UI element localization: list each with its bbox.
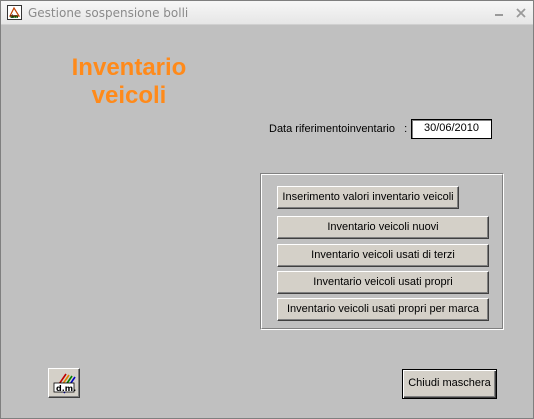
inserimento-valori-button[interactable]: Inserimento valori inventario veicoli [277, 186, 459, 209]
close-icon[interactable] [513, 5, 529, 21]
window-title: Gestione sospensione bolli [28, 6, 189, 20]
inventario-usati-terzi-button[interactable]: Inventario veicoli usati di terzi [277, 244, 489, 267]
svg-text:d.m.: d.m. [56, 384, 76, 393]
dm-logo-icon: d.m. [52, 372, 76, 397]
svg-text:dm: dm [10, 14, 18, 19]
app-window: dm Gestione sospensione bolli Inventario… [0, 0, 534, 419]
inventario-nuovi-button[interactable]: Inventario veicoli nuovi [277, 216, 489, 239]
actions-panel: Inserimento valori inventario veicoli In… [260, 173, 504, 330]
reference-date-field[interactable]: 30/06/2010 [411, 119, 492, 139]
page-title: Inventario veicoli [59, 54, 199, 110]
title-bar: dm Gestione sospensione bolli [1, 1, 533, 25]
inventario-usati-propri-button[interactable]: Inventario veicoli usati propri [277, 271, 489, 294]
page-title-line2: veicoli [91, 82, 167, 109]
page-title-line1: Inventario [71, 54, 187, 81]
dm-logo-button[interactable]: d.m. [48, 368, 80, 398]
app-logo-icon: dm [7, 5, 22, 20]
date-label: Data riferimentoinventario : [269, 123, 408, 135]
minimize-icon[interactable] [491, 5, 507, 21]
form-area: Inventario veicoli Data riferimentoinven… [3, 26, 533, 418]
chiudi-maschera-button[interactable]: Chiudi maschera [402, 369, 497, 399]
inventario-usati-propri-marca-button[interactable]: Inventario veicoli usati propri per marc… [277, 298, 489, 321]
